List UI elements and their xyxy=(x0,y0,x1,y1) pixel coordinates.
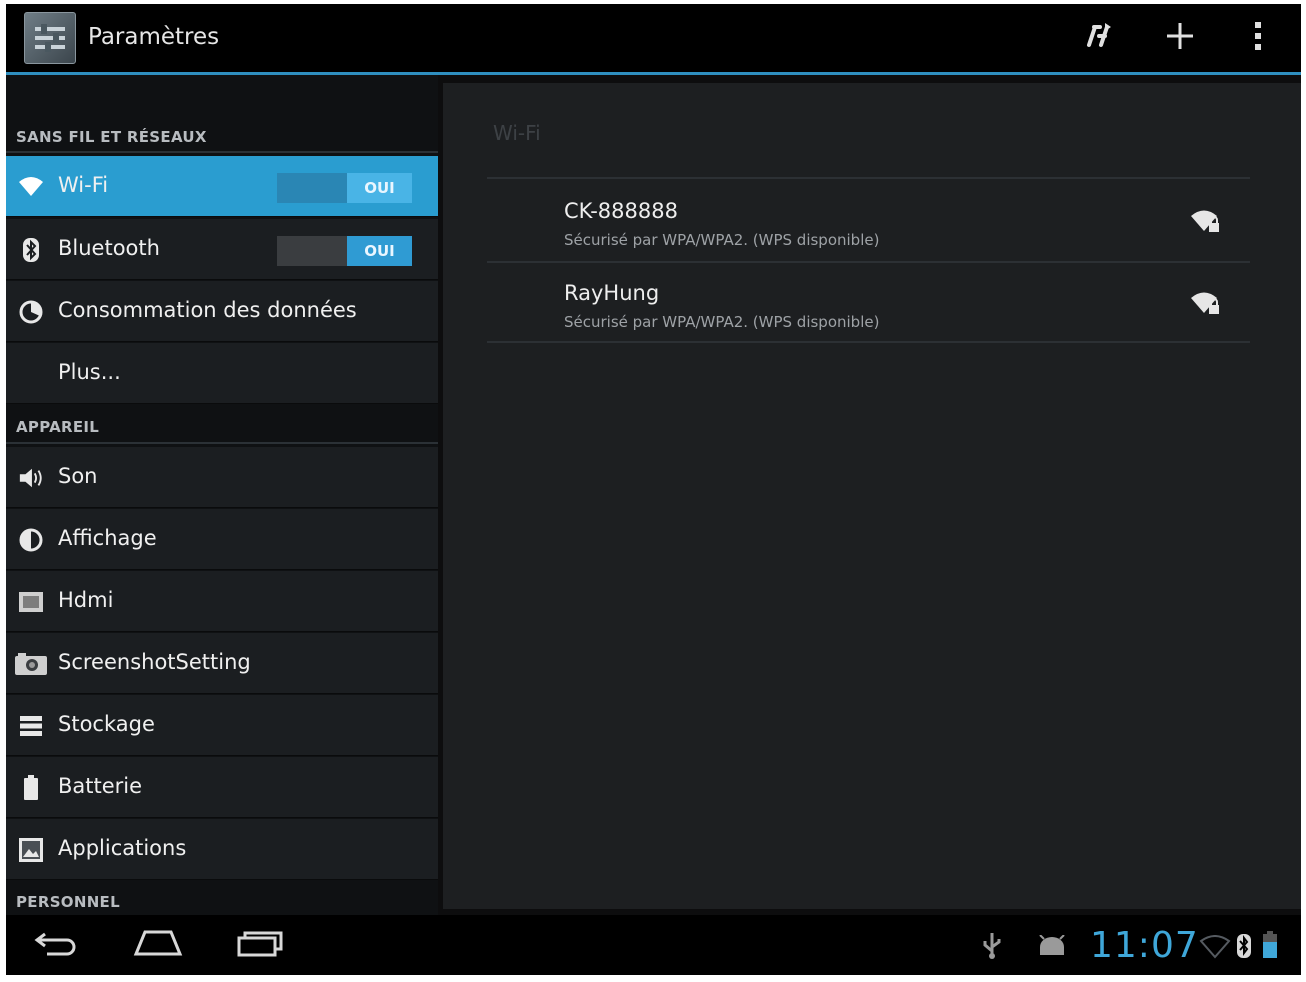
network-divider xyxy=(487,341,1250,343)
clock: 11:07 xyxy=(1090,925,1199,966)
wifi-locked-icon xyxy=(1190,291,1222,321)
panel-title: Wi-Fi xyxy=(493,121,541,145)
wifi-panel: Wi-Fi CK-888888 Sécurisé par WPA/WPA2. (… xyxy=(443,83,1301,909)
wps-push-button[interactable] xyxy=(1076,18,1120,58)
section-header-personal: PERSONNEL xyxy=(16,893,120,911)
sidebar-item-sound[interactable]: Son xyxy=(6,447,438,508)
camera-icon xyxy=(14,651,48,677)
sidebar-item-label: Affichage xyxy=(58,526,157,550)
sidebar-item-data-usage[interactable]: Consommation des données xyxy=(6,281,438,342)
bluetooth-status-icon xyxy=(1236,933,1252,963)
sidebar-item-label: Applications xyxy=(58,836,187,860)
add-network-button[interactable] xyxy=(1158,18,1202,58)
tablet-screen: Paramètres SANS FIL ET RÉSEAUX Wi-Fi OUI… xyxy=(6,4,1301,975)
sidebar-item-wifi[interactable]: Wi-Fi OUI xyxy=(6,156,438,217)
sidebar-item-label: Hdmi xyxy=(58,588,114,612)
home-button[interactable] xyxy=(128,927,188,963)
bluetooth-icon xyxy=(18,237,44,263)
system-bar: 11:07 xyxy=(6,915,1301,975)
bluetooth-toggle[interactable]: OUI xyxy=(277,236,412,266)
hdmi-icon xyxy=(18,589,44,615)
speaker-icon xyxy=(18,465,44,491)
recent-apps-icon xyxy=(236,928,284,962)
applications-icon xyxy=(18,837,44,863)
recent-apps-button[interactable] xyxy=(232,927,288,963)
display-icon xyxy=(18,527,44,553)
android-debug-icon xyxy=(1036,934,1068,961)
section-divider xyxy=(6,151,438,153)
overflow-menu-icon xyxy=(1253,21,1263,55)
data-usage-icon xyxy=(18,299,44,325)
wifi-toggle[interactable]: OUI xyxy=(277,173,412,203)
sidebar-item-storage[interactable]: Stockage xyxy=(6,695,438,756)
sidebar-item-hdmi[interactable]: Hdmi xyxy=(6,571,438,632)
panel-divider xyxy=(487,177,1250,179)
settings-app-icon[interactable] xyxy=(24,12,76,64)
sidebar-item-label: Bluetooth xyxy=(58,236,160,260)
network-ssid: RayHung xyxy=(564,281,660,305)
sidebar-item-label: ScreenshotSetting xyxy=(58,650,251,674)
overflow-menu-button[interactable] xyxy=(1238,18,1278,58)
sidebar-item-display[interactable]: Affichage xyxy=(6,509,438,570)
action-bar: Paramètres xyxy=(6,4,1301,75)
back-icon xyxy=(33,929,79,961)
network-list-item[interactable]: RayHung Sécurisé par WPA/WPA2. (WPS disp… xyxy=(487,263,1250,343)
battery-icon xyxy=(18,775,44,801)
section-header-device: APPAREIL xyxy=(16,418,100,436)
sidebar-item-label: Stockage xyxy=(58,712,155,736)
settings-sidebar: SANS FIL ET RÉSEAUX Wi-Fi OUI Bluetooth … xyxy=(6,75,438,915)
sidebar-item-label: Batterie xyxy=(58,774,143,798)
sidebar-item-label: Plus... xyxy=(58,360,121,384)
sidebar-item-label: Wi-Fi xyxy=(58,173,109,197)
bluetooth-toggle-state: OUI xyxy=(347,236,412,266)
network-ssid: CK-888888 xyxy=(564,199,678,223)
wifi-status-icon xyxy=(1199,935,1231,963)
usb-icon xyxy=(981,931,1003,963)
wifi-toggle-state: OUI xyxy=(347,173,412,203)
home-icon xyxy=(133,929,183,961)
network-security: Sécurisé par WPA/WPA2. (WPS disponible) xyxy=(564,313,880,331)
network-list-item[interactable]: CK-888888 Sécurisé par WPA/WPA2. (WPS di… xyxy=(487,181,1250,261)
section-header-wireless: SANS FIL ET RÉSEAUX xyxy=(16,128,207,146)
sidebar-item-battery[interactable]: Batterie xyxy=(6,757,438,818)
wifi-locked-icon xyxy=(1190,209,1222,239)
sidebar-item-screenshot[interactable]: ScreenshotSetting xyxy=(6,633,438,694)
storage-icon xyxy=(18,713,44,739)
add-network-icon xyxy=(1164,20,1196,56)
sidebar-item-bluetooth[interactable]: Bluetooth OUI xyxy=(6,219,438,280)
sidebar-item-more[interactable]: Plus... xyxy=(6,343,438,404)
wps-push-icon xyxy=(1081,19,1115,57)
sidebar-item-label: Son xyxy=(58,464,98,488)
page-title: Paramètres xyxy=(88,24,220,50)
sidebar-item-applications[interactable]: Applications xyxy=(6,819,438,880)
network-security: Sécurisé par WPA/WPA2. (WPS disponible) xyxy=(564,231,880,249)
wifi-icon xyxy=(18,174,44,200)
back-button[interactable] xyxy=(28,927,84,963)
section-divider xyxy=(6,442,438,444)
battery-status-icon xyxy=(1262,931,1278,963)
sidebar-item-label: Consommation des données xyxy=(58,298,357,322)
